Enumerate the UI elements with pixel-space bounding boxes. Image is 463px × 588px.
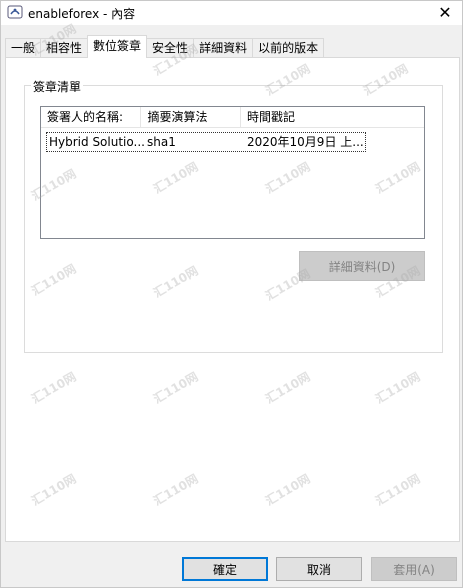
tab-strip: 一般 相容性 數位簽章 安全性 詳細資料 以前的版本 <box>5 35 325 58</box>
tab-compatibility[interactable]: 相容性 <box>40 38 89 58</box>
column-header-signer[interactable]: 簽署人的名稱: <box>41 107 142 127</box>
properties-dialog: enableforex - 內容 ✕ 一般 相容性 數位簽章 安全性 詳細資料 … <box>0 0 463 588</box>
timestamp-cell: 2020年10月9日 上... <box>247 135 363 149</box>
group-legend: 簽章清單 <box>31 78 84 95</box>
window-title: enableforex - 內容 <box>28 7 136 21</box>
column-header-digest[interactable]: 摘要演算法 <box>141 107 241 127</box>
column-header-timestamp[interactable]: 時間戳記 <box>241 107 424 127</box>
tab-security[interactable]: 安全性 <box>146 38 195 58</box>
listview-header: 簽署人的名稱: 摘要演算法 時間戳記 <box>41 107 424 128</box>
tab-digital-signatures[interactable]: 數位簽章 <box>87 35 148 58</box>
tab-details[interactable]: 詳細資料 <box>193 38 254 58</box>
application-icon <box>7 5 23 19</box>
cancel-button[interactable]: 取消 <box>276 557 362 581</box>
tab-panel: 簽章清單 簽署人的名稱: 摘要演算法 時間戳記 Hybrid Solutio..… <box>5 57 460 542</box>
signature-list-group: 簽章清單 簽署人的名稱: 摘要演算法 時間戳記 Hybrid Solutio..… <box>24 78 443 353</box>
title-bar: enableforex - 內容 ✕ <box>1 1 462 25</box>
list-item[interactable]: Hybrid Solutio... sha1 2020年10月9日 上... <box>46 132 366 152</box>
signature-listview[interactable]: 簽署人的名稱: 摘要演算法 時間戳記 Hybrid Solutio... sha… <box>40 106 425 239</box>
close-button[interactable]: ✕ <box>434 2 456 22</box>
tab-general[interactable]: 一般 <box>5 38 42 58</box>
signer-name-cell: Hybrid Solutio... <box>49 135 145 149</box>
tab-previous-versions[interactable]: 以前的版本 <box>252 38 325 58</box>
apply-button[interactable]: 套用(A) <box>371 557 457 581</box>
details-button[interactable]: 詳細資料(D) <box>299 251 425 281</box>
digest-algorithm-cell: sha1 <box>147 135 176 149</box>
close-icon: ✕ <box>438 2 452 22</box>
ok-button[interactable]: 確定 <box>182 557 268 581</box>
